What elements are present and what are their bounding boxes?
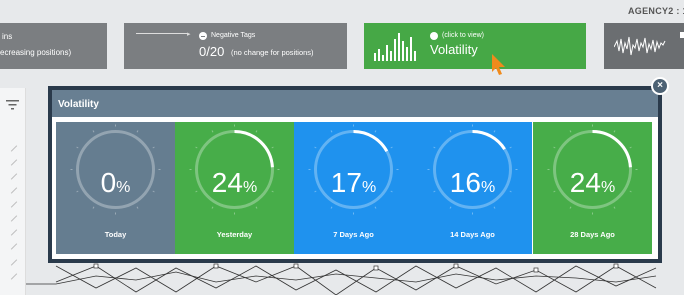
- volatility-popup-title: Volatility: [52, 90, 658, 117]
- volatility-value: 17%: [330, 167, 377, 198]
- gauge-tick: [449, 130, 452, 133]
- minus-circle-icon: [199, 32, 207, 40]
- gauge-tick: [255, 130, 258, 133]
- volatility-value: 24%: [211, 167, 258, 198]
- negative-tags-title: Negative Tags: [211, 32, 256, 39]
- gauge-tick: [76, 146, 79, 149]
- negative-tags-note: (no change for positions): [231, 48, 314, 57]
- trend-line: [136, 33, 188, 34]
- gauge-tick: [569, 206, 572, 209]
- volatility-tile-7-days: 17% 7 Days Ago: [294, 122, 413, 254]
- gauge-tick: [613, 130, 616, 133]
- gauge-tick: [152, 146, 155, 149]
- volatility-tile-today: 0% Today: [56, 122, 175, 254]
- volatility-tile-14-days: 16% 14 Days Ago: [413, 122, 532, 254]
- gauge-tick: [195, 146, 198, 149]
- volatility-card-title: Volatility: [430, 42, 478, 57]
- volatility-period-label: Today: [104, 230, 127, 239]
- volatility-tile-28-days: 24% 28 Days Ago: [533, 122, 652, 254]
- trend-sparkline-icon: [614, 36, 666, 56]
- gauge-tick: [374, 206, 377, 209]
- eye-icon: [430, 32, 438, 40]
- gauge-tick: [553, 146, 556, 149]
- gauge-tick: [569, 130, 572, 133]
- gauge-tick: [390, 146, 393, 149]
- click-to-view-hint: (click to view): [442, 32, 485, 39]
- gauge-tick: [92, 206, 95, 209]
- background-rank-chart: [26, 263, 657, 295]
- negative-tags-count: 0/20: [199, 44, 225, 59]
- gauge-tick: [211, 206, 214, 209]
- gauge-tick: [433, 146, 436, 149]
- volatility-period-label: Yesterday: [216, 230, 253, 239]
- volatility-bars-icon: [374, 33, 416, 61]
- gauge-tick: [92, 130, 95, 133]
- negative-tags-card[interactable]: ▸ Negative Tags 0/20 (no change for posi…: [124, 23, 347, 69]
- gauge-tick: [136, 206, 139, 209]
- gauge-tick: [330, 206, 333, 209]
- gauge-tick: [493, 130, 496, 133]
- volatility-period-label: 7 Days Ago: [333, 230, 374, 239]
- positive-tags-title: ins: [2, 32, 13, 41]
- legend-square-icon: [680, 32, 684, 38]
- volatility-card[interactable]: (click to view) Volatility: [364, 23, 586, 69]
- cursor-icon: [492, 54, 505, 75]
- volatility-period-label: 14 Days Ago: [450, 230, 495, 239]
- volatility-value: 0%: [100, 167, 131, 198]
- filter-icon[interactable]: [6, 100, 20, 110]
- gauge-tick: [330, 130, 333, 133]
- gauge-tick: [271, 146, 274, 149]
- volatility-value: 16%: [449, 167, 496, 198]
- close-icon[interactable]: ×: [651, 77, 669, 95]
- gauge-tick: [255, 206, 258, 209]
- volatility-value: 24%: [569, 167, 616, 198]
- volatility-tile-yesterday: 24% Yesterday: [175, 122, 294, 254]
- gauge-tick: [449, 206, 452, 209]
- positive-tags-subtitle: ecreasing positions): [0, 48, 72, 57]
- gauge-tick: [211, 130, 214, 133]
- gauge-tick: [314, 146, 317, 149]
- gauge-tick: [136, 130, 139, 133]
- trend-arrow-icon: ▸: [187, 31, 191, 38]
- volatility-period-label: 28 Days Ago: [570, 230, 615, 239]
- gauge-tick: [493, 206, 496, 209]
- gauge-tick: [629, 146, 632, 149]
- gauge-tick: [509, 146, 512, 149]
- positive-tags-card[interactable]: ins ecreasing positions): [0, 23, 107, 69]
- rank-trend-card[interactable]: [604, 23, 684, 69]
- gauge-tick: [613, 206, 616, 209]
- agency-label: AGENCY2 : 1: [628, 6, 684, 16]
- gauge-tick: [374, 130, 377, 133]
